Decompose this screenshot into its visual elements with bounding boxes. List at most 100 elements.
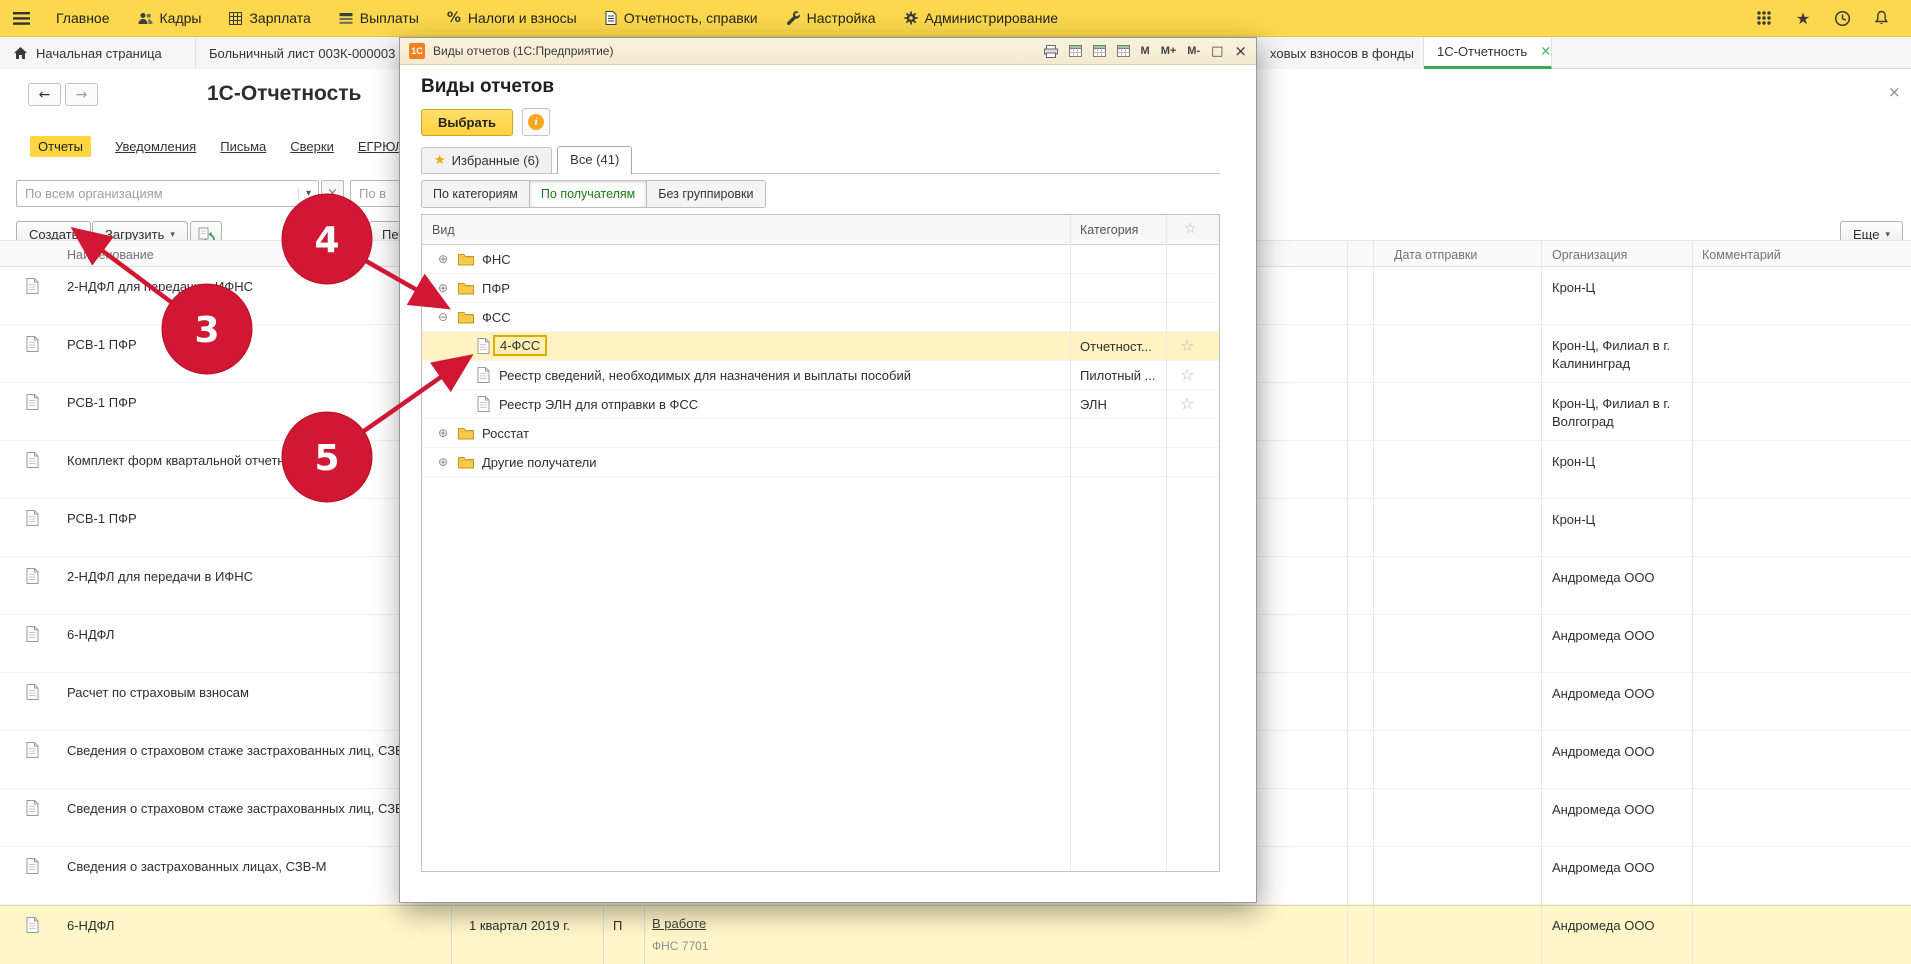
back-button[interactable]: ←: [28, 83, 61, 106]
tab-reports[interactable]: Отчеты: [30, 136, 91, 157]
forward-button[interactable]: →: [65, 83, 98, 106]
menu-item-administration[interactable]: Администрирование: [890, 0, 1073, 36]
favorite-star-icon[interactable]: ☆: [1180, 394, 1194, 413]
tab-favorites[interactable]: ★ Избранные (6): [421, 147, 552, 173]
expand-icon[interactable]: ⊕: [438, 281, 448, 295]
memory-plus-button[interactable]: М+: [1161, 45, 1177, 57]
close-dialog-icon[interactable]: ×: [1234, 42, 1247, 60]
column-header-name[interactable]: Наименование: [67, 248, 154, 262]
menu-item-main[interactable]: Главное: [42, 0, 124, 36]
menu-item-salary[interactable]: Зарплата: [215, 0, 324, 36]
tab-home[interactable]: Начальная страница: [0, 37, 196, 69]
favorite-star-icon[interactable]: ☆: [1180, 336, 1194, 355]
column-divider: [603, 906, 604, 964]
column-header-kind[interactable]: Вид: [432, 223, 455, 237]
column-header-category[interactable]: Категория: [1080, 223, 1138, 237]
tab-label: ховых взносов в фонды: [1270, 46, 1414, 61]
report-name: Сведения о застрахованных лицах, СЗВ-М: [67, 859, 327, 874]
menu-label: Зарплата: [249, 10, 310, 26]
tab-letters[interactable]: Письма: [220, 139, 266, 154]
document-icon: [26, 684, 39, 703]
print-icon[interactable]: [1044, 45, 1058, 58]
info-button[interactable]: i: [522, 108, 550, 136]
toggle-no-grouping[interactable]: Без группировки: [647, 180, 765, 208]
tree-row-other-recipients[interactable]: ⊕ Другие получатели: [422, 448, 1219, 477]
menu-item-payments[interactable]: Выплаты: [325, 0, 433, 36]
main-menu-button[interactable]: [0, 0, 42, 36]
tree-row-pfr[interactable]: ⊕ ПФР: [422, 274, 1219, 303]
menu-item-hr[interactable]: Кадры: [124, 0, 216, 36]
tab-1c-reporting[interactable]: 1С-Отчетность ×: [1424, 37, 1552, 69]
tab-reconciliations[interactable]: Сверки: [290, 139, 334, 154]
menu-item-reporting[interactable]: Отчетность, справки: [591, 0, 772, 36]
chevron-down-icon[interactable]: ▾: [298, 188, 318, 199]
dialog-titlebar[interactable]: 1С Виды отчетов (1С:Предприятие) М М+ М-…: [400, 38, 1256, 65]
menu-label: Администрирование: [925, 10, 1059, 26]
close-form-icon[interactable]: ×: [1888, 83, 1901, 101]
tab-notifications[interactable]: Уведомления: [115, 139, 196, 154]
toggle-by-recipients[interactable]: По получателям: [530, 180, 647, 208]
document-icon: [26, 742, 39, 761]
menu-item-taxes[interactable]: % Налоги и взносы: [433, 0, 591, 36]
select-button[interactable]: Выбрать: [421, 109, 513, 136]
status-link[interactable]: В работе: [652, 916, 706, 931]
status-detail: ФНС 7701: [652, 939, 708, 953]
toggle-by-categories[interactable]: По категориям: [421, 180, 530, 208]
menu-item-settings[interactable]: Настройка: [772, 0, 890, 36]
tab-label: Все (41): [570, 152, 619, 167]
tree-row-rosstat[interactable]: ⊕ Росстат: [422, 419, 1219, 448]
memory-button[interactable]: М: [1141, 45, 1150, 57]
selected-report-row[interactable]: 6-НДФЛ 1 квартал 2019 г. П В работе ФНС …: [0, 905, 1911, 964]
favorite-star-icon[interactable]: ☆: [1180, 365, 1194, 384]
tree-row-fss[interactable]: ⊖ ФСС: [422, 303, 1219, 332]
star-glyph: ★: [1796, 9, 1810, 28]
organization-cell: Андромеда ООО: [1552, 569, 1700, 587]
spreadsheet-icon[interactable]: [1093, 45, 1106, 57]
organization-cell: Андромеда ООО: [1552, 743, 1700, 761]
tab-all[interactable]: Все (41): [557, 146, 632, 174]
organization-filter-input[interactable]: [17, 186, 298, 201]
chevron-down-icon: ▾: [1885, 230, 1890, 240]
hamburger-icon: [13, 12, 30, 25]
category-cell: Пилотный ...: [1080, 368, 1155, 383]
tree-row-registry-info[interactable]: Реестр сведений, необходимых для назначе…: [422, 361, 1219, 390]
document-icon: [477, 338, 490, 357]
close-tab-icon[interactable]: ×: [1540, 44, 1551, 59]
column-header-organization[interactable]: Организация: [1552, 248, 1627, 262]
payments-icon: [339, 12, 353, 24]
tree-row-registry-eln[interactable]: Реестр ЭЛН для отправки в ФСС ЭЛН ☆: [422, 390, 1219, 419]
tab-egrul[interactable]: ЕГРЮЛ: [358, 139, 403, 154]
spreadsheet-icon[interactable]: [1117, 45, 1130, 57]
expand-icon[interactable]: ⊕: [438, 252, 448, 266]
clear-filter-button[interactable]: ×: [321, 180, 344, 207]
column-header-date-sent[interactable]: Дата отправки: [1394, 248, 1477, 262]
grouping-toggles: По категориям По получателям Без группир…: [421, 180, 766, 208]
history-icon[interactable]: [1830, 6, 1854, 30]
tree-row-fns[interactable]: ⊕ ФНС: [422, 245, 1219, 274]
organization-cell: Крон-Ц: [1552, 453, 1700, 471]
category-cell: Отчетност...: [1080, 339, 1152, 354]
column-header-star-icon[interactable]: ☆: [1184, 221, 1197, 237]
maximize-icon[interactable]: □: [1211, 44, 1223, 59]
folder-label: ПФР: [482, 281, 510, 296]
apps-grid-icon[interactable]: [1752, 6, 1776, 30]
document-icon: [26, 626, 39, 645]
tab-contributions[interactable]: ховых взносов в фонды ×: [1257, 37, 1424, 69]
document-icon: [26, 917, 39, 936]
expand-icon[interactable]: ⊕: [438, 426, 448, 440]
tree-row-4fss[interactable]: 4-ФСС Отчетност... ☆: [422, 332, 1219, 361]
favorites-star-icon[interactable]: ★: [1791, 6, 1815, 30]
column-header-comment[interactable]: Комментарий: [1702, 248, 1781, 262]
report-name: 6-НДФЛ: [67, 918, 114, 933]
notifications-bell-icon[interactable]: [1869, 6, 1893, 30]
dialog-tabs: ★ Избранные (6) Все (41): [421, 146, 1220, 174]
top-menu-bar: Главное Кадры Зарплата Выплаты % Налоги …: [0, 0, 1911, 37]
collapse-icon[interactable]: ⊖: [438, 310, 448, 324]
spreadsheet-icon[interactable]: [1069, 45, 1082, 57]
expand-icon[interactable]: ⊕: [438, 455, 448, 469]
topbar-tools: ★: [1752, 6, 1911, 30]
tab-label: Избранные (6): [452, 153, 540, 168]
folder-label: Другие получатели: [482, 455, 596, 470]
memory-minus-button[interactable]: М-: [1187, 45, 1200, 57]
page-title: 1С-Отчетность: [207, 82, 361, 106]
